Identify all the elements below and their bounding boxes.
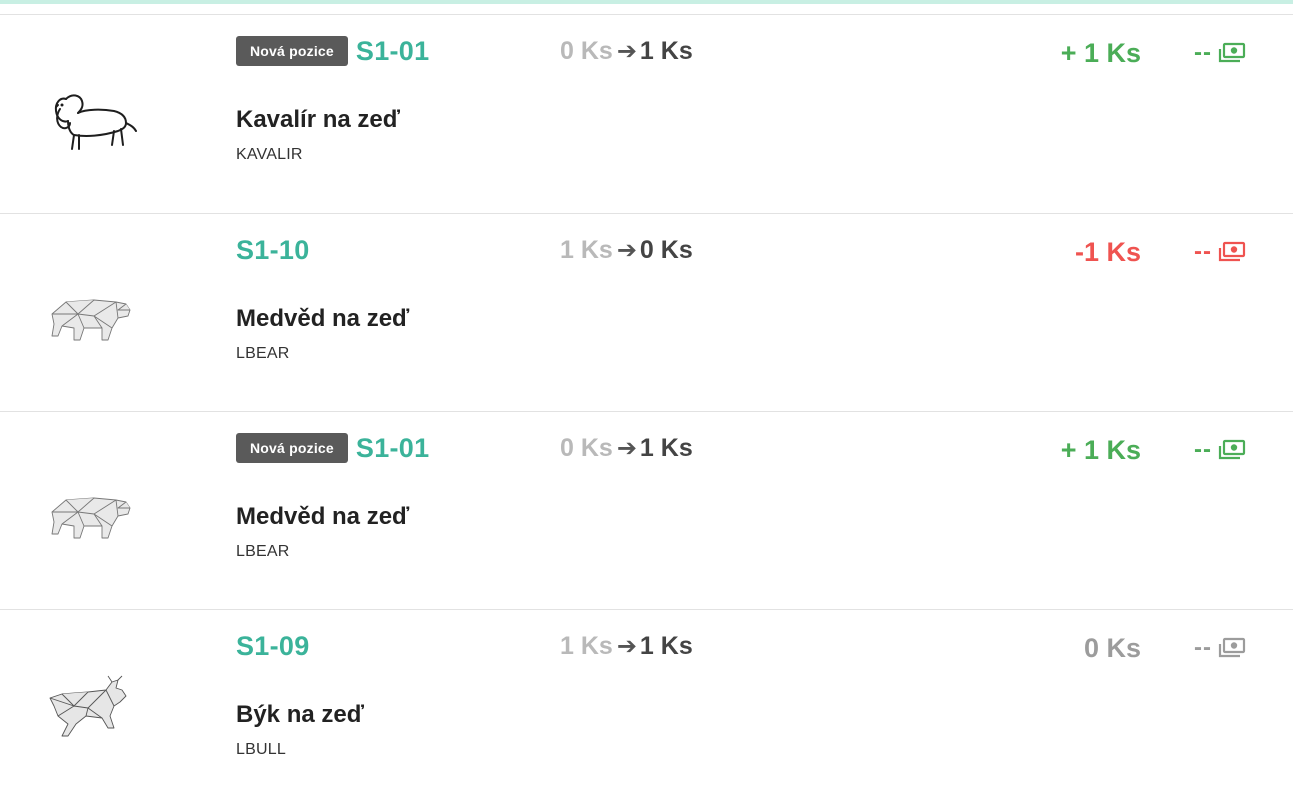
quantity-delta: 0 Ks	[1083, 633, 1141, 663]
product-sku: LBEAR	[236, 543, 290, 560]
money-status[interactable]: --	[1194, 236, 1246, 268]
money-status[interactable]: --	[1194, 434, 1246, 466]
item-header: Nová pozice S1-01	[236, 35, 429, 67]
quantity-from: 1 Ks	[560, 631, 613, 660]
top-accent-bar	[0, 0, 1293, 4]
cash-icon	[1218, 42, 1246, 63]
product-thumbnail[interactable]	[22, 434, 152, 580]
product-thumbnail[interactable]	[22, 37, 152, 183]
money-status[interactable]: --	[1194, 632, 1246, 664]
location-code[interactable]: S1-09	[236, 631, 310, 662]
product-name[interactable]: Býk na zeď	[236, 701, 364, 729]
cash-icon	[1218, 637, 1246, 658]
polygon-bull-icon	[22, 632, 152, 778]
quantity-change: 1 Ks ➔ 1 Ks	[560, 630, 693, 662]
product-name[interactable]: Medvěd na zeď	[236, 305, 409, 333]
item-header: Nová pozice S1-01	[236, 432, 429, 464]
location-code[interactable]: S1-10	[236, 235, 310, 266]
new-position-badge: Nová pozice	[236, 433, 348, 463]
quantity-to: 0 Ks	[639, 235, 693, 264]
polygon-bear-icon	[22, 236, 152, 382]
new-position-badge: Nová pozice	[236, 36, 348, 66]
money-value: --	[1194, 436, 1212, 463]
quantity-to: 1 Ks	[639, 433, 693, 462]
product-name[interactable]: Medvěd na zeď	[236, 503, 409, 531]
quantity-from: 0 Ks	[560, 36, 613, 65]
quantity-change: 0 Ks ➔ 1 Ks	[560, 432, 693, 464]
product-thumbnail[interactable]	[22, 632, 152, 778]
product-sku: LBEAR	[236, 345, 290, 362]
list-item[interactable]: Nová pozice S1-01 0 Ks ➔ 1 Ks + 1 Ks -- …	[0, 411, 1293, 610]
list-item[interactable]: S1-10 1 Ks ➔ 0 Ks -1 Ks -- Medvěd na zeď…	[0, 213, 1293, 412]
list-item[interactable]: S1-09 1 Ks ➔ 1 Ks 0 Ks -- Býk na zeď LBU…	[0, 609, 1293, 808]
money-value: --	[1194, 238, 1212, 265]
cash-icon	[1218, 439, 1246, 460]
product-name[interactable]: Kavalír na zeď	[236, 106, 400, 134]
product-sku: KAVALIR	[236, 146, 303, 163]
quantity-delta: + 1 Ks	[1060, 38, 1141, 68]
cash-icon	[1218, 241, 1246, 262]
item-header: S1-10	[236, 234, 310, 266]
money-status[interactable]: --	[1194, 37, 1246, 69]
money-value: --	[1194, 634, 1212, 661]
quantity-to: 1 Ks	[639, 631, 693, 660]
location-code[interactable]: S1-01	[356, 36, 430, 67]
quantity-change: 1 Ks ➔ 0 Ks	[560, 234, 693, 266]
arrow-right-icon: ➔	[616, 632, 637, 660]
product-thumbnail[interactable]	[22, 236, 152, 382]
arrow-right-icon: ➔	[616, 37, 637, 65]
quantity-change: 0 Ks ➔ 1 Ks	[560, 35, 693, 67]
quantity-delta: + 1 Ks	[1060, 435, 1141, 465]
arrow-right-icon: ➔	[616, 434, 637, 462]
quantity-from: 1 Ks	[560, 235, 613, 264]
cavalier-dog-icon	[22, 37, 152, 183]
quantity-to: 1 Ks	[639, 36, 693, 65]
location-code[interactable]: S1-01	[356, 433, 430, 464]
quantity-delta: -1 Ks	[1074, 237, 1141, 267]
item-header: S1-09	[236, 630, 310, 662]
list-item[interactable]: Nová pozice S1-01 0 Ks ➔ 1 Ks + 1 Ks -- …	[0, 14, 1293, 213]
quantity-from: 0 Ks	[560, 433, 613, 462]
arrow-right-icon: ➔	[616, 236, 637, 264]
product-sku: LBULL	[236, 741, 286, 758]
money-value: --	[1194, 39, 1212, 66]
polygon-bear-icon	[22, 434, 152, 580]
